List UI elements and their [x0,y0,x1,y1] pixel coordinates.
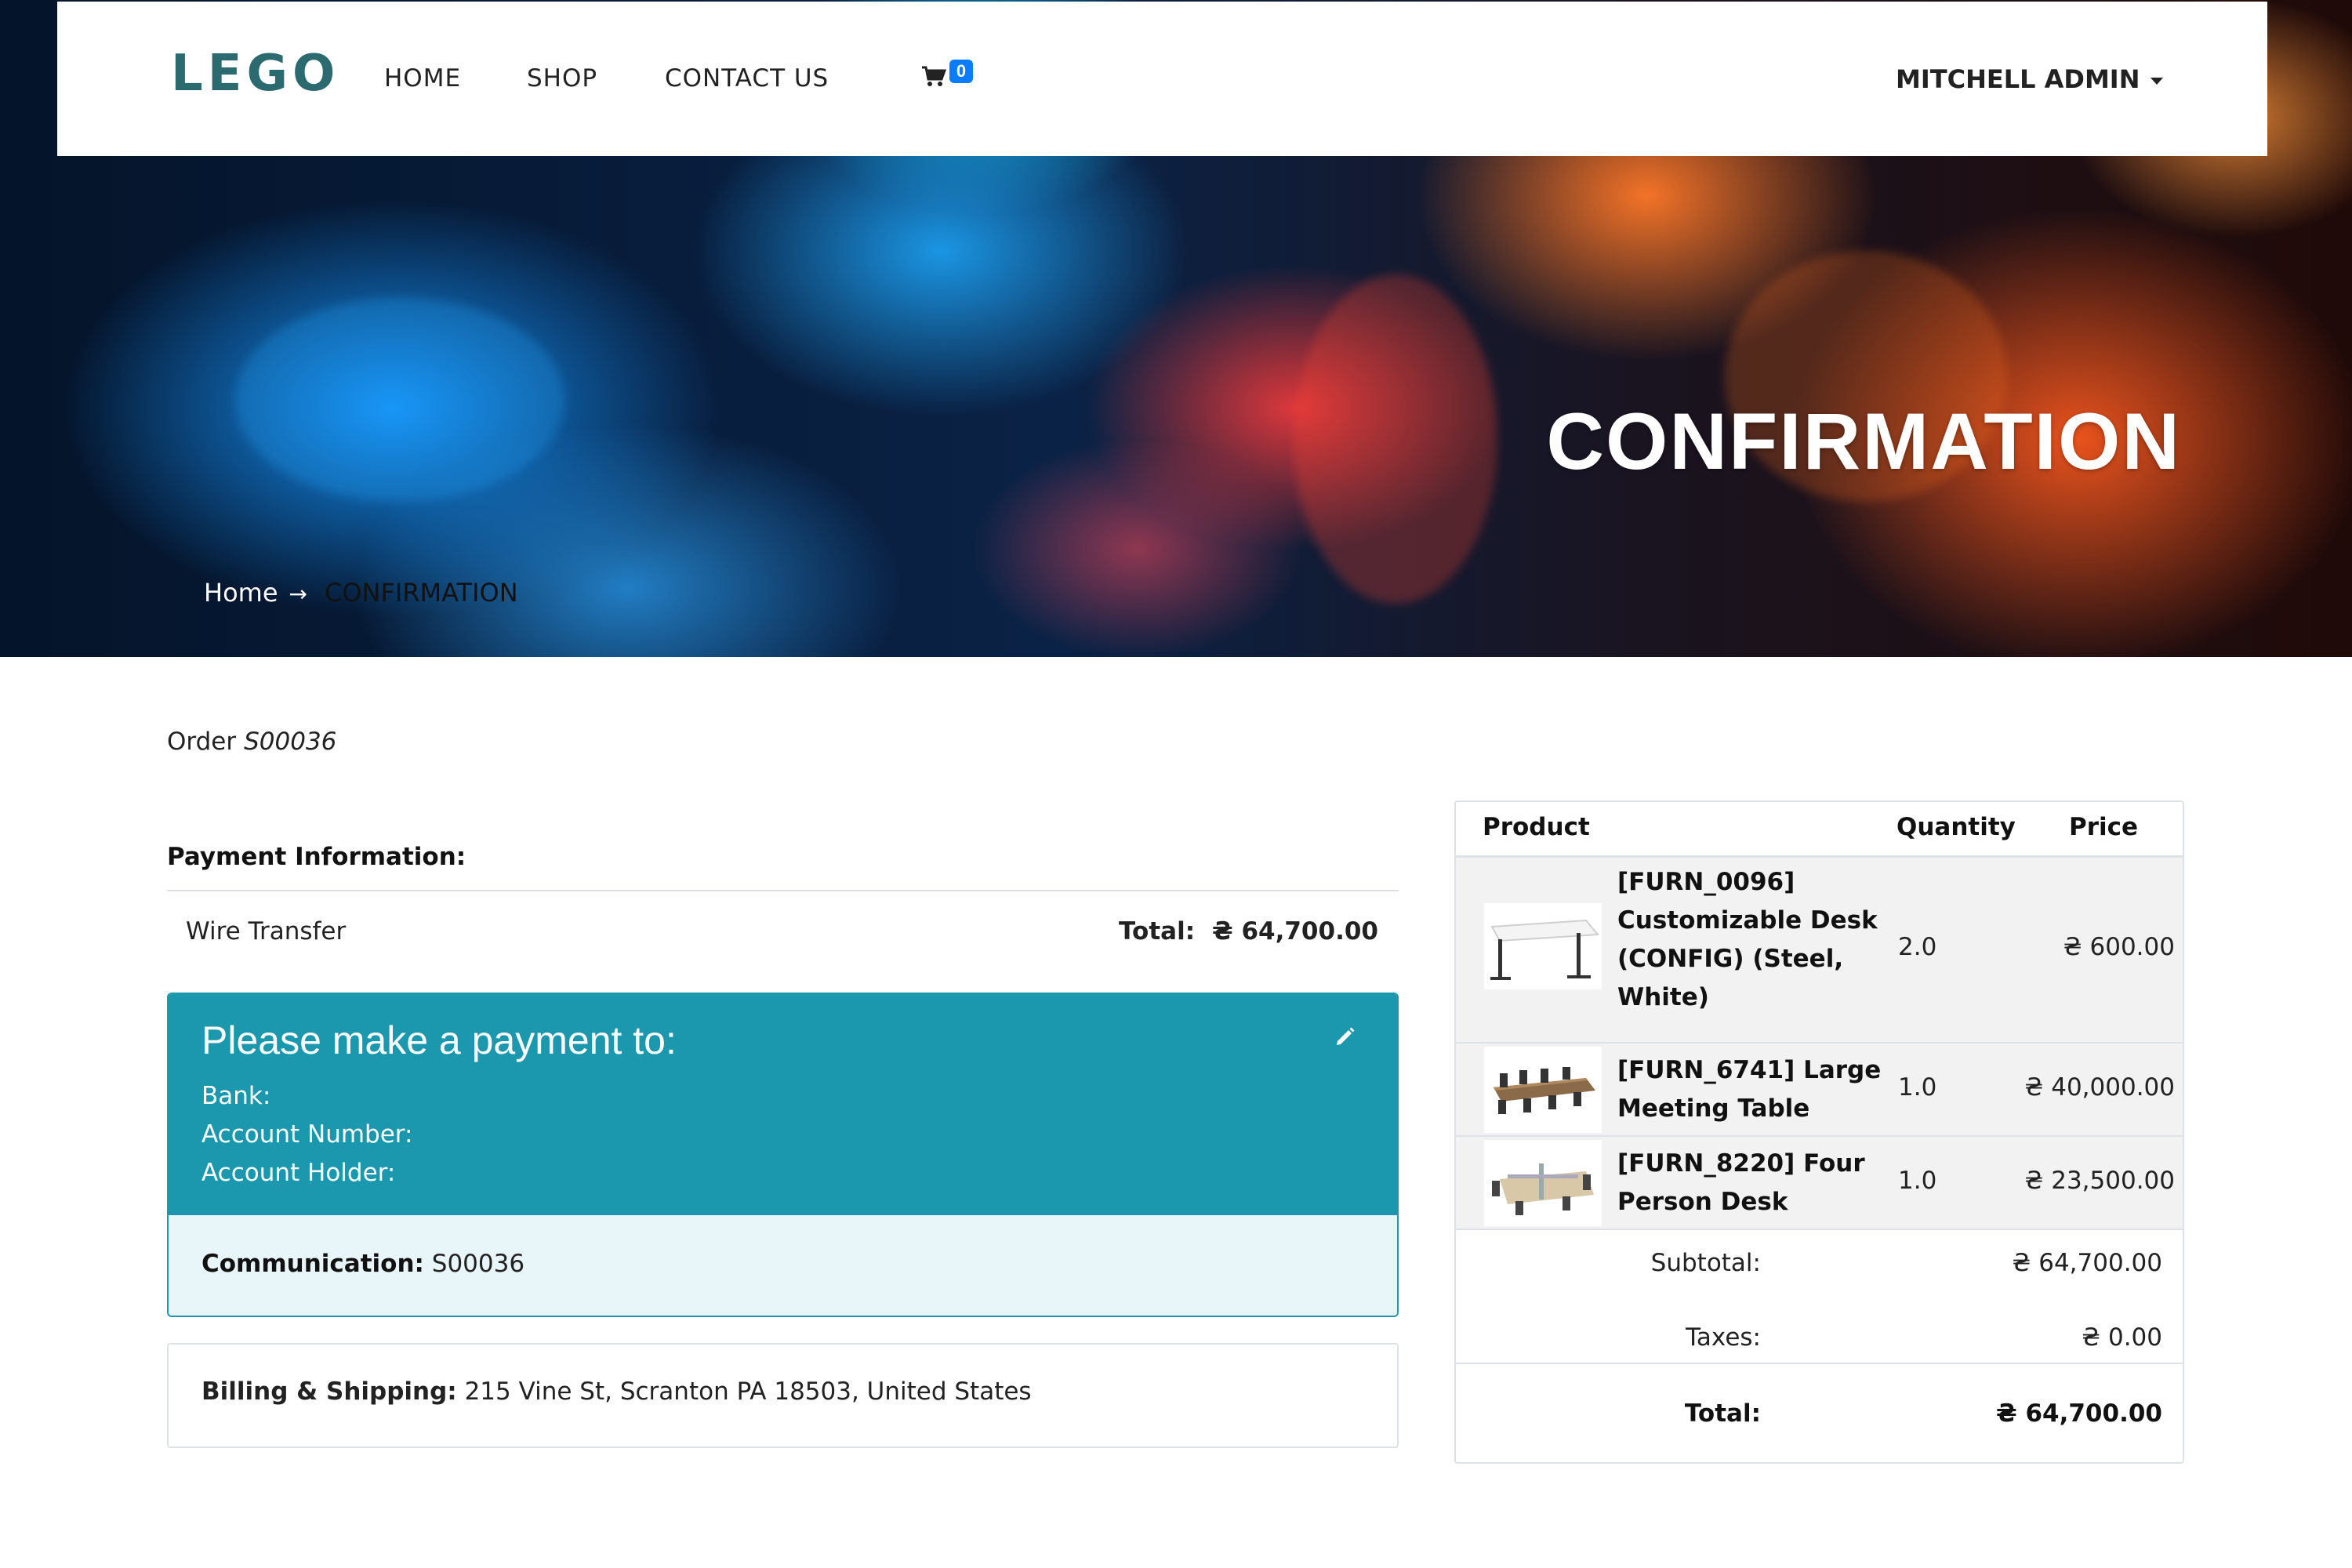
arrow-right-icon: → [289,581,307,607]
cart-count-badge: 0 [949,60,973,83]
breadcrumb: Home → CONFIRMATION [204,578,518,608]
order-label: Order [167,728,237,756]
table-row: [FURN_0096] Customizable Desk (CONFIG) (… [1456,858,2183,1044]
bank-label: Bank: [201,1082,271,1110]
summary-divider [1456,1363,2183,1364]
payment-instructions-heading: Please make a payment to: [201,1018,677,1062]
product-quantity: 2.0 [1898,933,1937,961]
payment-instructions-box: Please make a payment to: Bank: Account … [167,993,1399,1317]
site-logo[interactable]: LEGO [171,45,339,103]
nav-link-shop[interactable]: SHOP [527,64,597,93]
caret-down-icon [2151,77,2164,85]
payment-method: Wire Transfer [186,917,347,946]
communication-row: Communication: S00036 [169,1214,1397,1316]
product-name[interactable]: [FURN_0096] Customizable Desk (CONFIG) (… [1617,863,1884,1017]
product-thumbnail[interactable] [1484,903,1602,989]
subtotal-value: ₴ 64,700.00 [2012,1249,2162,1277]
product-thumbnail[interactable] [1484,1140,1602,1226]
product-name[interactable]: [FURN_6741] Large Meeting Table [1617,1051,1884,1128]
total-value: ₴ 64,700.00 [1996,1399,2162,1428]
hero-banner: LEGO HOME SHOP CONTACT US 0 MITCHELL ADM… [0,0,2352,657]
edit-pencil-icon[interactable] [1334,1025,1356,1051]
communication-label: Communication: [201,1250,424,1278]
product-thumbnail[interactable] [1484,1047,1602,1133]
communication-value: S00036 [431,1250,525,1278]
product-quantity: 1.0 [1898,1167,1937,1195]
account-holder-label: Account Holder: [201,1159,396,1187]
order-number: S00036 [244,728,337,756]
smoke-swirl [1294,274,1497,604]
product-price: ₴ 600.00 [2063,933,2175,961]
user-name: MITCHELL ADMIN [1896,64,2140,94]
taxes-value: ₴ 0.00 [2082,1323,2162,1352]
subtotal-label: Subtotal: [1650,1249,1761,1277]
order-heading: Order S00036 [167,728,336,756]
header-quantity: Quantity [1896,813,2016,841]
order-summary-table: Product Quantity Price [FURN_0096] Custo… [1454,800,2184,1464]
top-navbar: LEGO HOME SHOP CONTACT US 0 MITCHELL ADM… [57,2,2267,156]
payment-instructions-header: Please make a payment to: Bank: Account … [169,994,1397,1214]
payment-total-value: ₴ 64,700.00 [1212,917,1378,946]
table-row: [FURN_8220] Four Person Desk 1.0 ₴ 23,50… [1456,1137,2183,1230]
cart-button[interactable]: 0 [921,60,973,94]
breadcrumb-current: CONFIRMATION [324,578,518,608]
cart-icon [922,66,946,86]
smoke-swirl [235,298,564,502]
page-title: CONFIRMATION [1546,397,2181,486]
payment-total-label: Total: [1119,917,1196,946]
product-name[interactable]: [FURN_8220] Four Person Desk [1617,1145,1884,1221]
nav-link-home[interactable]: HOME [384,64,461,93]
payment-summary-row: Wire Transfer Total: ₴ 64,700.00 [167,890,1399,964]
billing-shipping-text: Billing & Shipping: 215 Vine St, Scranto… [201,1377,1032,1406]
billing-shipping-box: Billing & Shipping: 215 Vine St, Scranto… [167,1343,1399,1448]
breadcrumb-home[interactable]: Home [204,578,278,608]
header-product: Product [1483,813,1590,841]
billing-shipping-address: 215 Vine St, Scranton PA 18503, United S… [464,1377,1032,1406]
communication-text: Communication: S00036 [201,1250,524,1278]
payment-info-title: Payment Information: [167,843,466,871]
table-row: [FURN_6741] Large Meeting Table 1.0 ₴ 40… [1456,1044,2183,1137]
product-price: ₴ 23,500.00 [2024,1167,2175,1195]
header-price: Price [2069,813,2139,841]
account-number-label: Account Number: [201,1120,413,1149]
nav-link-contact[interactable]: CONTACT US [665,64,829,93]
total-label: Total: [1684,1399,1761,1428]
summary-header-row: Product Quantity Price [1456,802,2183,858]
billing-shipping-label: Billing & Shipping: [201,1377,457,1406]
taxes-label: Taxes: [1686,1323,1761,1352]
product-price: ₴ 40,000.00 [2024,1073,2175,1102]
user-menu-dropdown[interactable]: MITCHELL ADMIN [1896,64,2164,94]
product-quantity: 1.0 [1898,1073,1937,1102]
